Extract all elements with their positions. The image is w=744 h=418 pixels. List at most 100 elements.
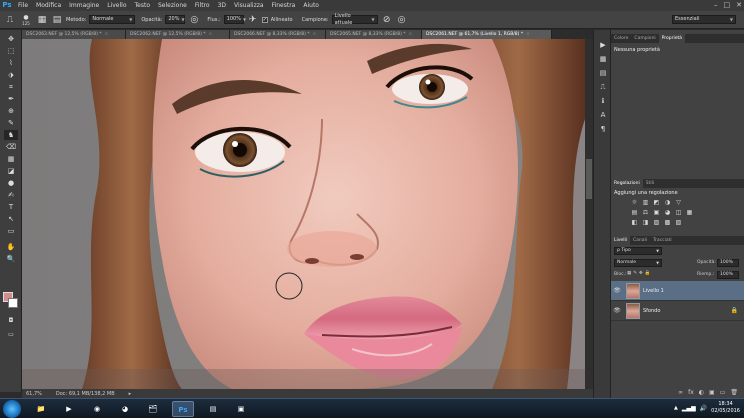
tab-swatches[interactable]: Campioni — [631, 34, 658, 43]
taskbar-media-icon[interactable]: ▶ — [58, 401, 80, 417]
new-layer-icon[interactable]: ▭ — [720, 388, 726, 398]
color-balance-icon[interactable]: ⚖ — [642, 209, 649, 216]
dodge-tool-icon[interactable]: ● — [4, 178, 18, 188]
history-brush-tool-icon[interactable]: ⌫ — [4, 142, 18, 152]
crop-tool-icon[interactable]: ⌗ — [4, 82, 18, 92]
tab-layers[interactable]: Livelli — [611, 236, 630, 245]
layer-opacity-field[interactable]: 100% — [717, 259, 739, 267]
play-action-icon[interactable]: ▶ — [598, 40, 608, 50]
aligned-checkbox[interactable]: ✓ — [261, 16, 268, 23]
layer-filter-select[interactable]: ρ Tipo ▼ — [614, 247, 662, 255]
gradient-map-icon[interactable]: ▧ — [675, 219, 682, 226]
vibrance-icon[interactable]: ▽ — [675, 199, 682, 206]
info-icon[interactable]: ℹ — [598, 96, 608, 106]
zoom-level[interactable]: 61,7% — [26, 391, 42, 397]
doc-tab-active[interactable]: DSC2061.NEF @ 61,7% (Livello 1, RGB/8) *… — [422, 30, 552, 39]
healing-tool-icon[interactable]: ⊕ — [4, 106, 18, 116]
invert-icon[interactable]: ◧ — [631, 219, 638, 226]
path-select-tool-icon[interactable]: ↖ — [4, 214, 18, 224]
brightness-icon[interactable]: ☼ — [631, 199, 638, 206]
menu-edit[interactable]: Modifica — [32, 0, 65, 11]
background-color-swatch[interactable] — [8, 298, 18, 308]
close-tab-icon[interactable]: × — [313, 32, 317, 37]
exposure-icon[interactable]: ◑ — [664, 199, 671, 206]
threshold-icon[interactable]: ▨ — [653, 219, 660, 226]
brush-preset-picker[interactable]: ● 125 — [19, 14, 33, 26]
clone-source-icon[interactable]: ▤ — [51, 14, 63, 26]
visibility-eye-icon[interactable]: 👁 — [611, 287, 623, 294]
tray-arrow-icon[interactable]: ▲ — [674, 405, 678, 411]
volume-icon[interactable]: 🔊 — [700, 405, 707, 412]
doc-tab-4[interactable]: DSC2065.NEF @ 8,33% (RGB/8) * × — [326, 30, 422, 39]
gradient-tool-icon[interactable]: ◪ — [4, 166, 18, 176]
zoom-tool-icon[interactable]: 🔍 — [4, 254, 18, 264]
eyedropper-tool-icon[interactable]: ✒ — [4, 94, 18, 104]
add-mask-icon[interactable]: ◐ — [699, 388, 704, 398]
lock-icons[interactable]: ▦✎✥🔒 — [627, 271, 652, 276]
start-button[interactable] — [3, 400, 21, 418]
document-canvas[interactable] — [22, 39, 585, 389]
channel-mixer-icon[interactable]: ◫ — [675, 209, 682, 216]
menu-file[interactable]: File — [14, 0, 32, 11]
blend-mode-select[interactable]: Normale ▼ — [614, 259, 662, 267]
layer-row-sfondo[interactable]: 👁 Sfondo 🔒 — [611, 301, 744, 321]
close-button[interactable]: ✕ — [736, 0, 742, 11]
menu-view[interactable]: Visualizza — [230, 0, 268, 11]
visibility-eye-icon[interactable]: 👁 — [611, 307, 623, 314]
menu-window[interactable]: Finestra — [268, 0, 300, 11]
menu-help[interactable]: Aiuto — [299, 0, 323, 11]
hand-tool-icon[interactable]: ✋ — [4, 242, 18, 252]
network-icon[interactable]: ▂▄▆ — [682, 405, 696, 412]
opacity-field[interactable]: 20% ▼ — [165, 15, 186, 24]
brush-tool-icon[interactable]: ✎ — [4, 118, 18, 128]
type-tool-icon[interactable]: T — [4, 202, 18, 212]
quick-select-tool-icon[interactable]: ⬗ — [4, 70, 18, 80]
tab-adjustments[interactable]: Regolazioni — [611, 179, 643, 188]
doc-tab-2[interactable]: DSC2062.NEF @ 12,5% (RGB/8) * × — [126, 30, 230, 39]
history-icon[interactable]: ▦ — [598, 54, 608, 64]
tab-styles[interactable]: Stili — [643, 179, 657, 188]
taskbar-explorer-icon[interactable]: 📁 — [30, 401, 52, 417]
close-tab-icon[interactable]: × — [409, 32, 413, 37]
clock[interactable]: 18:34 02/05/2016 — [711, 401, 740, 415]
taskbar-photoshop-icon[interactable]: Ps — [172, 401, 194, 417]
pen-tool-icon[interactable]: ✍ — [4, 190, 18, 200]
tab-channels[interactable]: Canali — [630, 236, 650, 245]
taskbar-app-icon[interactable]: ◉ — [86, 401, 108, 417]
lasso-tool-icon[interactable]: ⌇ — [4, 58, 18, 68]
vertical-scroll-thumb[interactable] — [586, 159, 592, 199]
taskbar-chrome-icon[interactable]: ◕ — [114, 401, 136, 417]
status-menu-icon[interactable]: ▸ — [129, 391, 132, 397]
doc-tab-3[interactable]: DSC2066.NEF @ 8,33% (RGB/8) * × — [230, 30, 326, 39]
pressure-size-icon[interactable]: ◎ — [396, 14, 408, 26]
tab-paths[interactable]: Tracciati — [650, 236, 675, 245]
taskbar-recorder-icon[interactable]: ▣ — [230, 401, 252, 417]
clone-stamp-tool-icon[interactable]: ♞ — [4, 130, 18, 140]
clone-stamp-tool-icon[interactable]: ⎍ — [4, 14, 16, 26]
menu-select[interactable]: Selezione — [154, 0, 191, 11]
pressure-opacity-icon[interactable]: ◎ — [188, 14, 200, 26]
link-layers-icon[interactable]: ∞ — [678, 388, 683, 398]
taskbar-window-icon[interactable]: ▤ — [202, 401, 224, 417]
fill-field[interactable]: 100% — [717, 271, 739, 279]
quick-mask-icon[interactable]: ◘ — [4, 316, 18, 326]
paragraph-icon[interactable]: ¶ — [598, 124, 608, 134]
airbrush-icon[interactable]: ✈ — [247, 14, 259, 26]
selective-color-icon[interactable]: ▩ — [664, 219, 671, 226]
brush-panel-icon[interactable]: ▦ — [36, 14, 48, 26]
vertical-scrollbar[interactable] — [585, 39, 593, 392]
menu-type[interactable]: Testo — [131, 0, 155, 11]
close-tab-icon[interactable]: × — [209, 32, 213, 37]
marquee-tool-icon[interactable]: ⬚ — [4, 46, 18, 56]
doc-tab-1[interactable]: DSC2063.NEF @ 12,5% (RGB/8) * × — [22, 30, 126, 39]
color-lookup-icon[interactable]: ▦ — [686, 209, 693, 216]
menu-layer[interactable]: Livello — [103, 0, 130, 11]
tab-color[interactable]: Colore — [611, 34, 631, 43]
brush-settings-icon[interactable]: ▤ — [598, 68, 608, 78]
layer-style-icon[interactable]: fx — [688, 388, 694, 398]
mode-select[interactable]: Normale ▼ — [89, 15, 136, 24]
menu-filter[interactable]: Filtro — [191, 0, 214, 11]
taskbar-folder-icon[interactable]: 🗂 — [142, 401, 164, 417]
workspace-select[interactable]: Essenziali ▼ — [672, 15, 736, 24]
maximize-button[interactable]: □ — [724, 0, 731, 11]
